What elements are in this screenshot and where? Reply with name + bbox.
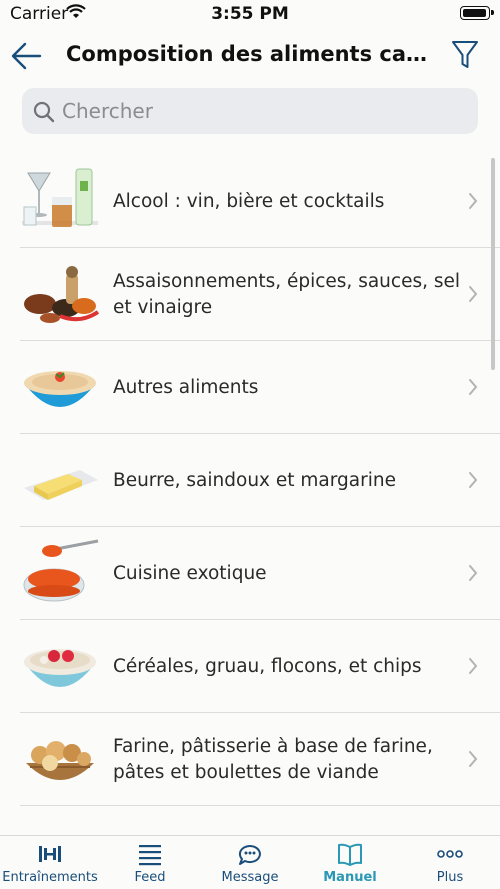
drinks-image — [22, 168, 98, 227]
tab-bar: Entraînements Feed Message Manuel Plus — [0, 835, 500, 889]
category-list: Alcool : vin, bière et cocktails Assaiso… — [0, 155, 500, 835]
more-icon — [437, 850, 463, 858]
list-item-cereals[interactable]: Céréales, gruau, flocons, et chips — [20, 620, 500, 713]
chat-icon — [238, 845, 261, 865]
list-item-exotic[interactable]: Cuisine exotique — [20, 527, 500, 620]
porridge-image — [24, 649, 96, 687]
search-icon — [33, 101, 55, 123]
bowl-image — [24, 371, 96, 407]
page-title: Composition des aliments cal... — [66, 42, 428, 66]
dumbbell-icon — [39, 846, 61, 862]
list-icon — [139, 845, 161, 866]
list-item-label: Beurre, saindoux et margarine — [113, 469, 396, 491]
list-item-label: Céréales, gruau, flocons, et chips — [113, 655, 422, 677]
tab-workouts[interactable]: Entraînements — [0, 842, 100, 889]
book-icon — [338, 843, 362, 866]
spices-image — [24, 266, 100, 323]
chevron-right-icon — [469, 286, 478, 302]
search-bar[interactable] — [22, 88, 478, 134]
tab-label: Plus — [436, 870, 464, 885]
list-item-other-foods[interactable]: Autres aliments — [20, 341, 500, 434]
list-item-label: Alcool : vin, bière et cocktails — [113, 190, 385, 212]
battery-icon — [460, 6, 494, 20]
list-item-flour-pastry[interactable]: Farine, pâtisserie à base de farine, pât… — [20, 713, 500, 806]
tab-more[interactable]: Plus — [400, 842, 500, 889]
list-item-label: Assaisonnements, épices, sauces, sel et … — [113, 270, 461, 318]
tab-label: Manuel — [323, 870, 377, 885]
filter-icon[interactable] — [450, 38, 480, 72]
tab-label: Entraînements — [2, 870, 98, 885]
chevron-right-icon — [469, 472, 478, 488]
caviar-image — [23, 539, 99, 602]
chevron-right-icon — [469, 193, 478, 209]
tab-label: Message — [221, 870, 279, 885]
partial-row-image — [20, 812, 100, 835]
tab-feed[interactable]: Feed — [100, 842, 200, 889]
list-item-label: Autres aliments — [113, 376, 259, 398]
chevron-right-icon — [469, 751, 478, 767]
chevron-right-icon — [469, 565, 478, 581]
tab-manual[interactable]: Manuel — [300, 842, 400, 889]
clock: 3:55 PM — [211, 4, 289, 24]
list-item-partial[interactable] — [20, 806, 500, 835]
list-item-butter[interactable]: Beurre, saindoux et margarine — [20, 434, 500, 527]
search-input[interactable] — [62, 88, 462, 134]
bread-basket-image — [26, 741, 94, 780]
list-item-label: Cuisine exotique — [113, 562, 267, 584]
tab-message[interactable]: Message — [200, 842, 300, 889]
tab-label: Feed — [134, 870, 166, 885]
arrow-left-icon[interactable] — [8, 38, 44, 74]
butter-image — [24, 470, 98, 500]
chevron-right-icon — [469, 379, 478, 395]
status-bar: Carrier 3:55 PM — [0, 0, 500, 30]
list-item-label: Farine, pâtisserie à base de farine, pât… — [113, 735, 433, 783]
list-item-seasonings[interactable]: Assaisonnements, épices, sauces, sel et … — [20, 248, 500, 341]
scrollbar[interactable] — [491, 158, 495, 370]
navigation-bar: Composition des aliments cal... — [0, 30, 500, 82]
chevron-right-icon — [469, 658, 478, 674]
list-item-alcohol[interactable]: Alcool : vin, bière et cocktails — [20, 155, 500, 248]
